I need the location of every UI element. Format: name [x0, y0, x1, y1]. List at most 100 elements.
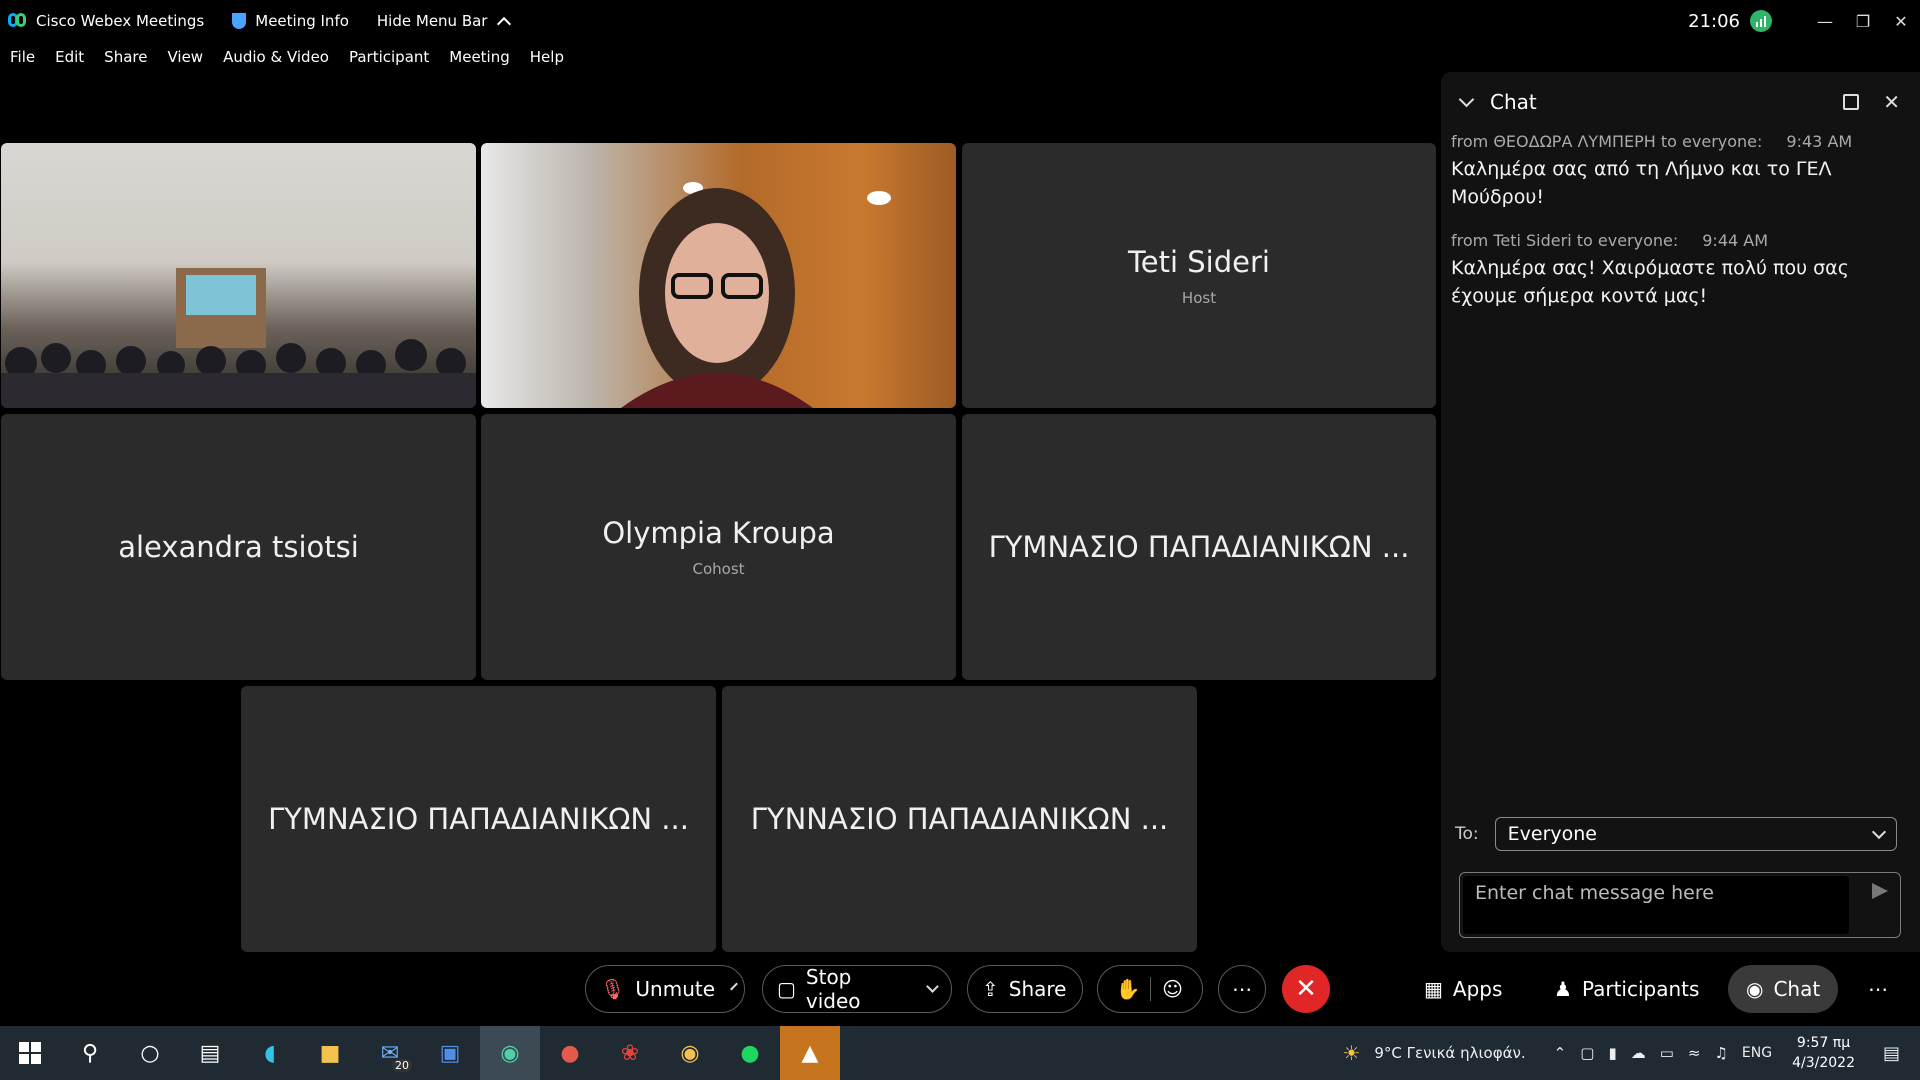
tray-expand-icon[interactable]: ⌃: [1554, 1044, 1567, 1062]
restore-icon[interactable]: ❐: [1844, 0, 1882, 42]
participant-tile[interactable]: Teti Sideri Host: [962, 143, 1436, 408]
participant-tile[interactable]: ΓΥΜΝΑΣΙΟ ΠΑΠΑΔΙΑΝΙΚΩΝ ...: [962, 414, 1436, 680]
participant-name: ΓΥΝΝΑΣΙΟ ΠΑΠΑΔΙΑΝΙΚΩΝ ...: [750, 802, 1169, 836]
chrome-icon[interactable]: ◉: [660, 1026, 720, 1080]
chevron-down-icon[interactable]: [730, 982, 738, 990]
video-tile-classroom[interactable]: [1, 143, 476, 408]
muted-mic-icon: 🎙: [600, 977, 626, 1001]
webex-logo-icon: [8, 13, 28, 29]
meeting-controls: 🎙 Unmute ▢ Stop video ⇪ Share ✋ ☺ ⋯ ✕ ▦ …: [0, 952, 1920, 1026]
menu-meeting[interactable]: Meeting: [449, 48, 509, 66]
send-icon[interactable]: [1872, 883, 1888, 899]
stop-video-label: Stop video: [805, 965, 861, 1013]
participant-tile[interactable]: Olympia Kroupa Cohost: [481, 414, 956, 680]
participant-tile[interactable]: ΓΥΝΝΑΣΙΟ ΠΑΠΑΔΙΑΝΙΚΩΝ ...: [722, 686, 1197, 952]
collapse-chat-icon[interactable]: [1458, 91, 1475, 107]
microphone-icon[interactable]: ▮: [1608, 1044, 1616, 1062]
apps-button[interactable]: ▦ Apps: [1424, 965, 1502, 1013]
menu-share[interactable]: Share: [104, 48, 147, 66]
video-camera-icon: ▢: [777, 977, 796, 1001]
classroom-video-feed: [1, 268, 476, 408]
stop-video-button[interactable]: ▢ Stop video: [762, 965, 952, 1013]
menu-help[interactable]: Help: [530, 48, 564, 66]
meeting-info-button[interactable]: Meeting Info: [232, 12, 349, 30]
app-name: Cisco Webex Meetings: [36, 12, 205, 30]
menu-participant[interactable]: Participant: [349, 48, 429, 66]
weather-text[interactable]: 9°C Γενικά ηλιοφάν.: [1374, 1044, 1525, 1062]
participant-name: Olympia Kroupa: [602, 516, 835, 550]
weather-icon[interactable]: ☀: [1342, 1041, 1360, 1065]
participant-tile[interactable]: ΓΥΜΝΑΣΙΟ ΠΑΠΑΔΙΑΝΙΚΩΝ ...: [241, 686, 716, 952]
media-app-icon[interactable]: ●: [540, 1026, 600, 1080]
participants-button[interactable]: ♟ Participants: [1554, 965, 1699, 1013]
chat-message: from Teti Sideri to everyone: 9:44 AM Καλ…: [1441, 231, 1920, 310]
video-tile-presenter[interactable]: [481, 143, 956, 408]
recipient-row: To: Everyone: [1455, 817, 1897, 851]
word-icon[interactable]: ▣: [420, 1026, 480, 1080]
reactions-icon[interactable]: ☺: [1150, 977, 1194, 1001]
language-indicator[interactable]: ENG: [1742, 1045, 1772, 1061]
chat-button[interactable]: ◉ Chat: [1728, 965, 1839, 1013]
participant-name: ΓΥΜΝΑΣΙΟ ΠΑΠΑΔΙΑΝΙΚΩΝ ...: [268, 802, 689, 836]
onedrive-icon[interactable]: ☁: [1631, 1044, 1646, 1062]
notifications-icon[interactable]: ▤: [1883, 1043, 1900, 1064]
connection-signal-icon[interactable]: [1750, 10, 1772, 32]
taskbar-clock[interactable]: 9:57 πμ 4/3/2022: [1792, 1033, 1855, 1073]
reactions-group: ✋ ☺: [1097, 965, 1203, 1013]
share-label: Share: [1008, 977, 1067, 1001]
menu-edit[interactable]: Edit: [55, 48, 84, 66]
unmute-button[interactable]: 🎙 Unmute: [585, 965, 745, 1013]
wifi-icon[interactable]: ≈: [1688, 1044, 1701, 1062]
close-window-icon[interactable]: ✕: [1882, 0, 1920, 42]
cortana-icon[interactable]: ○: [120, 1026, 180, 1080]
volume-icon[interactable]: ♫: [1714, 1044, 1727, 1062]
to-label: To:: [1455, 824, 1479, 844]
hide-menu-bar-button[interactable]: Hide Menu Bar: [377, 12, 512, 32]
battery-icon[interactable]: ▭: [1660, 1044, 1674, 1062]
spotify-icon[interactable]: ●: [720, 1026, 780, 1080]
recipient-value: Everyone: [1507, 823, 1597, 845]
chevron-down-icon[interactable]: [926, 979, 939, 993]
shield-icon: [232, 13, 247, 29]
webex-taskbar-icon[interactable]: ◉: [480, 1026, 540, 1080]
meet-now-icon[interactable]: ▢: [1580, 1044, 1594, 1062]
chevron-up-icon: [497, 16, 512, 32]
file-explorer-icon[interactable]: ■: [300, 1026, 360, 1080]
chat-label: Chat: [1773, 977, 1821, 1001]
mail-badge: 20: [392, 1059, 412, 1072]
taskbar-date: 4/3/2022: [1792, 1055, 1855, 1071]
search-icon[interactable]: ⚲: [60, 1026, 120, 1080]
recipient-select[interactable]: Everyone: [1494, 817, 1897, 851]
message-time: 9:43 AM: [1786, 132, 1853, 151]
more-icon[interactable]: ⋯: [1868, 965, 1888, 1013]
popout-icon[interactable]: [1843, 94, 1860, 110]
menu-file[interactable]: File: [10, 48, 35, 66]
chat-message-input[interactable]: [1463, 876, 1849, 934]
more-options-icon[interactable]: ⋯: [1218, 965, 1266, 1013]
participants-label: Participants: [1581, 977, 1700, 1001]
share-button[interactable]: ⇪ Share: [967, 965, 1083, 1013]
menu-bar: File Edit Share View Audio & Video Parti…: [0, 44, 584, 70]
message-meta: from ΘΕΟΔΩΡΑ ΛΥΜΠΕΡΗ to everyone: 9:43 AM: [1451, 132, 1910, 151]
participant-tile[interactable]: alexandra tsiotsi: [1, 414, 476, 680]
chat-bubble-icon: ◉: [1746, 977, 1764, 1001]
message-time: 9:44 AM: [1702, 231, 1769, 250]
app-title: Cisco Webex Meetings: [8, 12, 204, 30]
message-sender: from ΘΕΟΔΩΡΑ ΛΥΜΠΕΡΗ to everyone:: [1451, 132, 1763, 151]
chevron-down-icon: [1871, 824, 1886, 839]
close-chat-icon[interactable]: ✕: [1883, 90, 1900, 114]
teams-icon[interactable]: ▲: [780, 1026, 840, 1080]
leave-meeting-icon[interactable]: ✕: [1282, 965, 1330, 1013]
menu-view[interactable]: View: [167, 48, 203, 66]
message-text: Καλημέρα σας! Χαιρόμαστε πολύ που σας έχ…: [1451, 257, 1849, 307]
message-text: Καλημέρα σας από τη Λήμνο και το ΓΕΛ Μού…: [1451, 158, 1832, 208]
task-view-icon[interactable]: ▤: [180, 1026, 240, 1080]
menu-audio-video[interactable]: Audio & Video: [223, 48, 329, 66]
edge-icon[interactable]: ◖: [240, 1026, 300, 1080]
wps-office-icon[interactable]: ❀: [600, 1026, 660, 1080]
start-button[interactable]: [0, 1026, 60, 1080]
mail-icon[interactable]: ✉ 20: [360, 1026, 420, 1080]
raise-hand-icon[interactable]: ✋: [1106, 977, 1150, 1001]
minimize-icon[interactable]: —: [1806, 0, 1844, 42]
message-sender: from Teti Sideri to everyone:: [1451, 231, 1679, 250]
